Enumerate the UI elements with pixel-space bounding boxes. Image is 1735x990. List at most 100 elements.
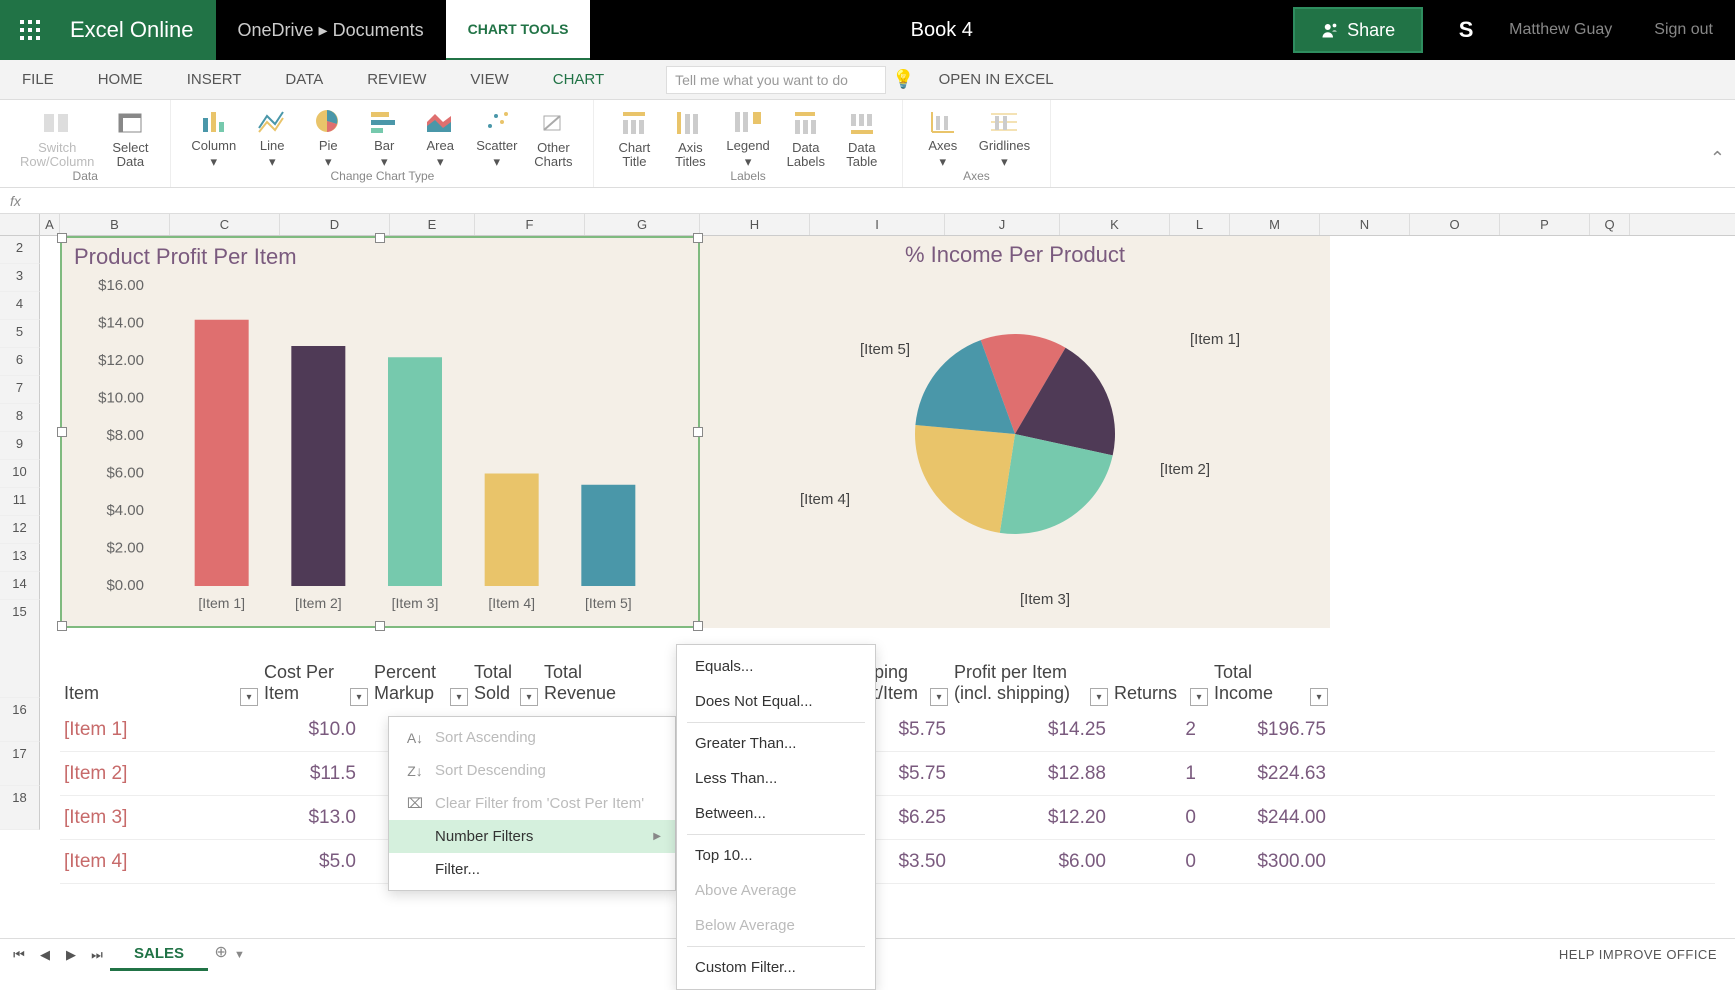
open-in-excel-link[interactable]: OPEN IN EXCEL xyxy=(939,71,1054,88)
sign-out-link[interactable]: Sign out xyxy=(1632,21,1735,39)
cell-income[interactable]: $196.75 xyxy=(1200,715,1330,745)
bulb-icon[interactable]: 💡 xyxy=(892,69,914,90)
nav-last-button[interactable]: ⏭ xyxy=(84,942,110,968)
submenu-less[interactable]: Less Than... xyxy=(677,761,875,796)
col-B[interactable]: B xyxy=(60,214,170,235)
tab-data[interactable]: DATA xyxy=(263,60,345,100)
filter-btn-profit[interactable]: ▾ xyxy=(1090,688,1108,706)
row-14[interactable]: 14 xyxy=(0,572,40,600)
row-18[interactable]: 18 xyxy=(0,786,40,830)
col-P[interactable]: P xyxy=(1500,214,1590,235)
document-title[interactable]: Book 4 xyxy=(590,19,1293,42)
submenu-equals[interactable]: Equals... xyxy=(677,649,875,684)
col-J[interactable]: J xyxy=(945,214,1060,235)
filter-btn-sold[interactable]: ▾ xyxy=(520,688,538,706)
row-13[interactable]: 13 xyxy=(0,544,40,572)
submenu-below-avg[interactable]: Below Average xyxy=(677,908,875,943)
cell-returns[interactable]: 2 xyxy=(1110,715,1200,745)
col-I[interactable]: I xyxy=(810,214,945,235)
breadcrumb[interactable]: OneDrive ▸ Documents xyxy=(216,0,446,60)
menu-sort-asc[interactable]: A↓Sort Ascending xyxy=(389,721,675,754)
row-4[interactable]: 4 xyxy=(0,292,40,320)
app-launcher-button[interactable] xyxy=(0,0,60,60)
cell-profit[interactable]: $12.20 xyxy=(950,803,1110,833)
bar-chart-button[interactable]: Bar▾ xyxy=(356,104,412,169)
nav-prev-button[interactable]: ◀ xyxy=(32,942,58,968)
col-K[interactable]: K xyxy=(1060,214,1170,235)
col-O[interactable]: O xyxy=(1410,214,1500,235)
col-L[interactable]: L xyxy=(1170,214,1230,235)
cell-item[interactable]: [Item 2] xyxy=(60,759,260,789)
cell-cost[interactable]: $10.0 xyxy=(260,715,360,745)
row-6[interactable]: 6 xyxy=(0,348,40,376)
row-17[interactable]: 17 xyxy=(0,742,40,786)
pie-chart[interactable]: % Income Per Product [Item 1][Item 2][It… xyxy=(700,236,1330,628)
table-row[interactable]: [Item 4]$5.0$3.50$6.000$300.00 xyxy=(60,840,1715,884)
row-11[interactable]: 11 xyxy=(0,488,40,516)
share-button[interactable]: Share xyxy=(1293,7,1423,53)
line-chart-button[interactable]: Line▾ xyxy=(244,104,300,169)
submenu-above-avg[interactable]: Above Average xyxy=(677,873,875,908)
row-12[interactable]: 12 xyxy=(0,516,40,544)
submenu-between[interactable]: Between... xyxy=(677,796,875,831)
filter-btn-returns[interactable]: ▾ xyxy=(1190,688,1208,706)
col-H[interactable]: H xyxy=(700,214,810,235)
data-table-button[interactable]: Data Table xyxy=(834,104,890,169)
col-N[interactable]: N xyxy=(1320,214,1410,235)
tab-file[interactable]: FILE xyxy=(0,60,76,100)
row-7[interactable]: 7 xyxy=(0,376,40,404)
tab-view[interactable]: VIEW xyxy=(448,60,530,100)
submenu-greater[interactable]: Greater Than... xyxy=(677,726,875,761)
cell-item[interactable]: [Item 1] xyxy=(60,715,260,745)
menu-sort-desc[interactable]: Z↓Sort Descending xyxy=(389,754,675,787)
table-row[interactable]: [Item 1]$10.0$5.75$14.252$196.75 xyxy=(60,708,1715,752)
nav-next-button[interactable]: ▶ xyxy=(58,942,84,968)
chart-title-button[interactable]: Chart Title xyxy=(606,104,662,169)
submenu-custom[interactable]: Custom Filter... xyxy=(677,950,875,985)
grid[interactable]: 23456789101112131415161718 Product Profi… xyxy=(0,236,1735,884)
filter-btn-item[interactable]: ▾ xyxy=(240,688,258,706)
cell-income[interactable]: $244.00 xyxy=(1200,803,1330,833)
row-9[interactable]: 9 xyxy=(0,432,40,460)
col-C[interactable]: C xyxy=(170,214,280,235)
cell-income[interactable]: $224.63 xyxy=(1200,759,1330,789)
col-G[interactable]: G xyxy=(585,214,700,235)
user-name[interactable]: Matthew Guay xyxy=(1489,21,1632,39)
gridlines-button[interactable]: Gridlines▾ xyxy=(971,104,1038,169)
col-A[interactable]: A xyxy=(40,214,60,235)
row-3[interactable]: 3 xyxy=(0,264,40,292)
other-charts-button[interactable]: Other Charts xyxy=(525,104,581,169)
tell-me-input[interactable]: Tell me what you want to do xyxy=(666,66,886,94)
menu-filter[interactable]: Filter... xyxy=(389,853,675,886)
menu-number-filters[interactable]: Number Filters▶ xyxy=(389,820,675,853)
cell-returns[interactable]: 0 xyxy=(1110,847,1200,877)
statusbar-menu[interactable]: ▼ xyxy=(234,949,245,961)
area-chart-button[interactable]: Area▾ xyxy=(412,104,468,169)
scatter-chart-button[interactable]: Scatter▾ xyxy=(468,104,525,169)
col-Q[interactable]: Q xyxy=(1590,214,1630,235)
help-improve-link[interactable]: HELP IMPROVE OFFICE xyxy=(1559,947,1717,962)
tab-chart[interactable]: CHART xyxy=(531,60,626,100)
axis-titles-button[interactable]: Axis Titles xyxy=(662,104,718,169)
cell-profit[interactable]: $6.00 xyxy=(950,847,1110,877)
row-15[interactable]: 15 xyxy=(0,600,40,698)
cell-returns[interactable]: 1 xyxy=(1110,759,1200,789)
skype-icon[interactable]: S xyxy=(1443,17,1489,43)
submenu-not-equal[interactable]: Does Not Equal... xyxy=(677,684,875,719)
cell-profit[interactable]: $14.25 xyxy=(950,715,1110,745)
cell-item[interactable]: [Item 3] xyxy=(60,803,260,833)
col-E[interactable]: E xyxy=(390,214,475,235)
table-row[interactable]: [Item 3]$13.0$6.25$12.200$244.00 xyxy=(60,796,1715,840)
row-10[interactable]: 10 xyxy=(0,460,40,488)
collapse-ribbon-button[interactable]: ⌃ xyxy=(1710,148,1725,169)
column-chart-button[interactable]: Column▾ xyxy=(183,104,244,169)
sheet-tab-sales[interactable]: SALES xyxy=(110,939,208,971)
switch-row-col-button[interactable]: Switch Row/Column xyxy=(12,104,102,169)
tab-home[interactable]: HOME xyxy=(76,60,165,100)
col-D[interactable]: D xyxy=(280,214,390,235)
cell-item[interactable]: [Item 4] xyxy=(60,847,260,877)
cell-profit[interactable]: $12.88 xyxy=(950,759,1110,789)
col-M[interactable]: M xyxy=(1230,214,1320,235)
pie-chart-button[interactable]: Pie▾ xyxy=(300,104,356,169)
filter-btn-cost[interactable]: ▾ xyxy=(350,688,368,706)
